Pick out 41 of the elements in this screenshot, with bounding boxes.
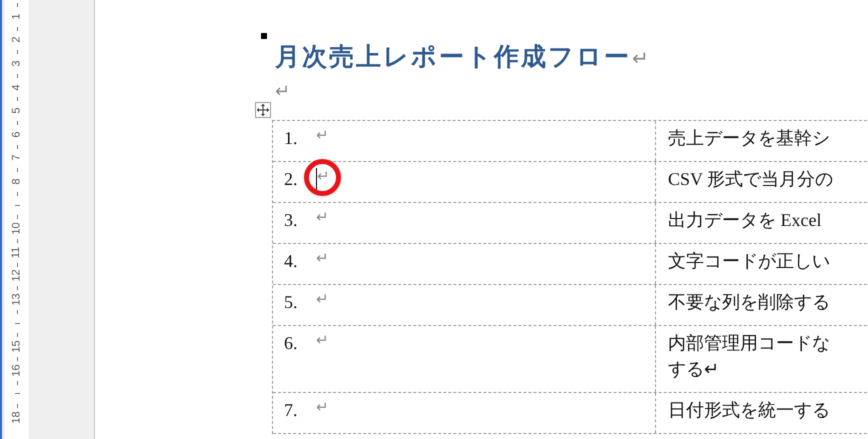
paragraph-mark: ↵ <box>316 250 329 269</box>
table-cell: 1. ↵ <box>273 121 656 161</box>
table-cell-text: CSV 形式で当月分の <box>667 168 834 191</box>
ruler-number: 13 <box>12 293 22 306</box>
ruler-number: 2 <box>12 36 22 43</box>
ruler-number: 8 <box>12 178 22 185</box>
paragraph-mark: ↵ <box>317 168 330 187</box>
table-cell: 2. ↵ <box>273 162 656 202</box>
table-cell-text: 出力データを Excel <box>667 209 822 232</box>
table-cell: 4. ↵ <box>273 244 656 284</box>
ruler-number: 3 <box>12 60 22 67</box>
ruler-number: 1 <box>12 13 22 20</box>
ruler-number: 18 <box>12 411 22 424</box>
paragraph-mark: ↵ <box>316 399 329 418</box>
ruler-number: 7 <box>12 154 22 161</box>
ruler-number: 6 <box>12 131 22 138</box>
table-cell-text: 内部管理用コードな する↵ <box>667 332 831 381</box>
ruler-number: 10 <box>12 222 22 235</box>
table-cell-text: 不要な列を削除する <box>667 291 831 314</box>
ruler-number: 16 <box>12 364 22 376</box>
ruler-number: 4 <box>12 84 22 90</box>
paragraph-mark: ↵ <box>275 80 290 102</box>
table-cell: 7. ↵ <box>273 393 656 433</box>
ruler-number: 11 <box>12 246 22 258</box>
ruler-number: 12 <box>12 270 22 282</box>
paragraph-mark: ↵ <box>316 291 329 310</box>
table-cell: 3. ↵ <box>273 203 656 243</box>
ruler-number: 15 <box>12 340 22 353</box>
ruler-number: 5 <box>12 108 22 114</box>
table-cell-text: 文字コードが正しい <box>667 250 831 273</box>
paragraph-mark: ↵ <box>316 209 329 228</box>
paragraph-mark: ↵ <box>632 47 649 72</box>
table-cell-text: 日付形式を統一する <box>667 399 831 422</box>
table-move-handle-icon[interactable] <box>255 102 271 118</box>
table-cell: 6. ↵ <box>273 326 656 392</box>
document-title: 月次売上レポート作成フロー <box>275 42 631 73</box>
paragraph-marker-icon <box>261 33 267 39</box>
paragraph-mark: ↵ <box>316 127 329 146</box>
table-cell-text: 売上データを基幹シ <box>667 127 831 150</box>
table-cell: 5. ↵ <box>273 285 656 325</box>
paragraph-mark: ↵ <box>316 332 329 351</box>
